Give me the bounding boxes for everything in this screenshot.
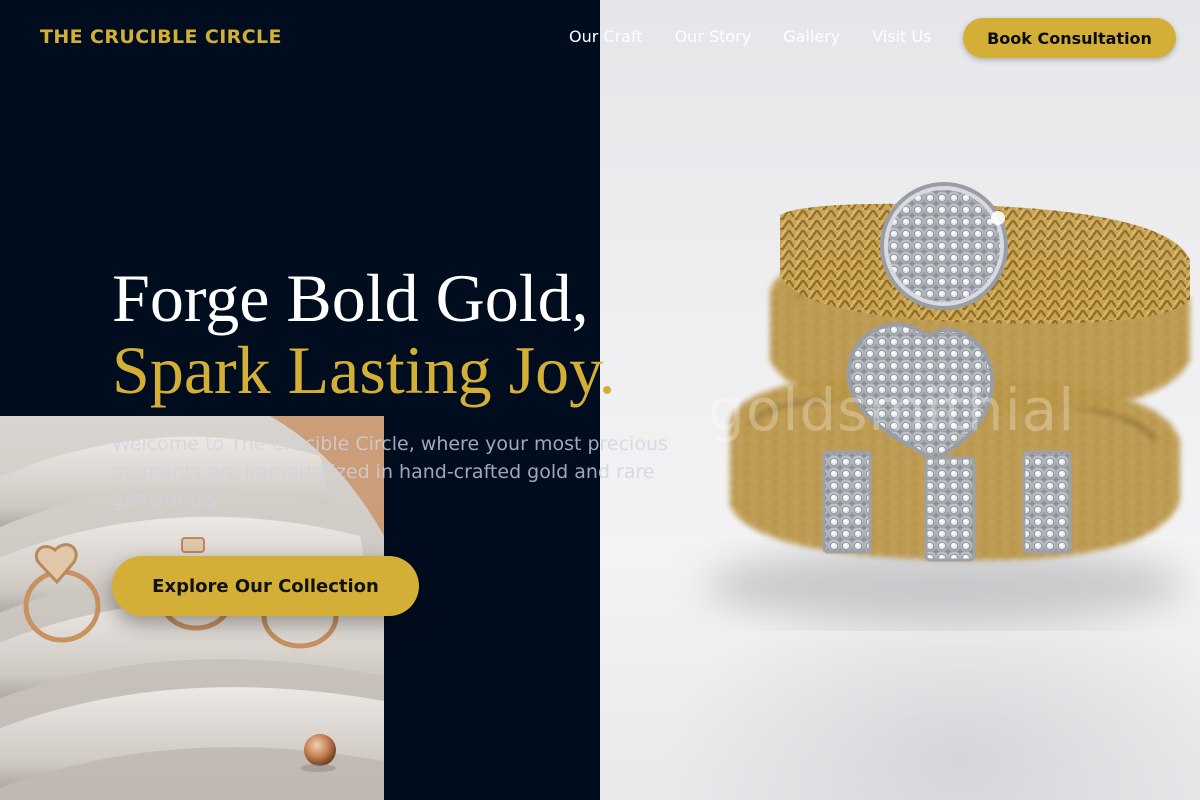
photo-watermark: goldsmithial	[708, 376, 1076, 444]
nav-link-our-craft[interactable]: Our Craft	[569, 27, 643, 46]
hero-copy: Forge Bold Gold, Spark Lasting Joy. Welc…	[112, 262, 712, 514]
brand-logo[interactable]: THE CRUCIBLE CIRCLE	[40, 26, 282, 48]
hero-headline: Forge Bold Gold, Spark Lasting Joy.	[112, 262, 712, 406]
main-nav: Our Craft Our Story Gallery Visit Us	[569, 27, 931, 46]
book-consultation-button[interactable]: Book Consultation	[963, 18, 1176, 58]
headline-line-2: Spark Lasting Joy.	[112, 332, 616, 408]
nav-link-gallery[interactable]: Gallery	[783, 27, 840, 46]
landing-page: goldsmithial THE CRUCIBLE CIRCLE Our Cra…	[0, 0, 1200, 800]
explore-collection-button[interactable]: Explore Our Collection	[112, 556, 419, 616]
hero-subtitle: Welcome to The Crucible Circle, where yo…	[112, 433, 668, 511]
nav-link-our-story[interactable]: Our Story	[675, 27, 752, 46]
headline-line-1: Forge Bold Gold,	[112, 260, 589, 336]
nav-link-visit-us[interactable]: Visit Us	[872, 27, 931, 46]
site-header: THE CRUCIBLE CIRCLE Our Craft Our Story …	[0, 0, 1200, 76]
